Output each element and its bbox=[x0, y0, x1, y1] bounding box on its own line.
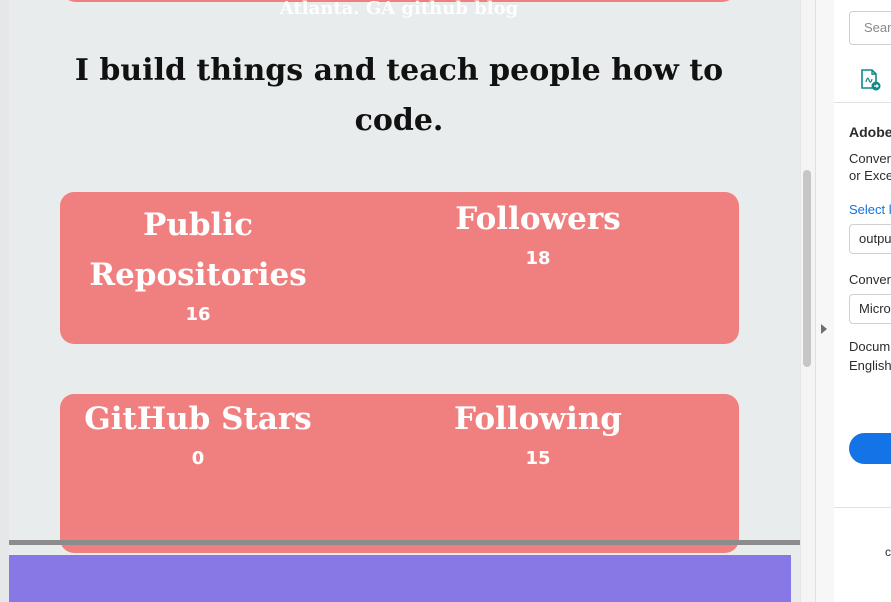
footer-strip bbox=[9, 555, 791, 602]
stat-label: GitHub Stars bbox=[84, 401, 312, 437]
stat-value: 15 bbox=[525, 448, 551, 469]
output-value: outpu bbox=[859, 231, 891, 246]
stat-value: 0 bbox=[191, 448, 205, 469]
stats-card-top: Public Repositories 16 Followers 18 bbox=[60, 192, 739, 344]
output-field[interactable]: outpu bbox=[849, 224, 891, 254]
stat-public-repositories: Public Repositories 16 bbox=[75, 200, 321, 326]
panel-desc-line1: Conver bbox=[849, 151, 891, 166]
left-gutter bbox=[0, 0, 9, 602]
select-link[interactable]: Select l bbox=[849, 202, 891, 217]
panel-splitter[interactable] bbox=[815, 0, 835, 602]
convert-label: Conver bbox=[849, 272, 891, 287]
collapse-panel-arrow-icon[interactable] bbox=[821, 324, 827, 334]
panel-separator bbox=[834, 507, 891, 508]
panel-desc-line2: or Exce bbox=[849, 168, 891, 183]
panel-title: Adobe bbox=[849, 124, 891, 140]
scrollbar-thumb[interactable] bbox=[803, 170, 811, 367]
side-panel: Sear Adobe Conver or Exce Select l outpu… bbox=[834, 0, 891, 602]
stat-followers: Followers 18 bbox=[416, 194, 660, 270]
stat-label: Following bbox=[454, 401, 622, 437]
stats-card-bottom: GitHub Stars 0 Following 15 bbox=[60, 394, 739, 553]
convert-format-value: Micro bbox=[859, 301, 891, 316]
document-label: Docum bbox=[849, 339, 891, 354]
stat-following: Following 15 bbox=[416, 394, 660, 470]
web-page: Atlanta. GA github blog I build things a… bbox=[9, 0, 800, 602]
panel-footer-text: c bbox=[885, 545, 891, 559]
stat-label: Public Repositories bbox=[89, 207, 307, 293]
blog-caption: Atlanta. GA github blog bbox=[279, 0, 519, 19]
panel-separator bbox=[834, 102, 891, 103]
stat-value: 16 bbox=[185, 304, 211, 325]
search-placeholder: Sear bbox=[864, 20, 891, 35]
divider-rule bbox=[9, 540, 800, 545]
search-input[interactable]: Sear bbox=[849, 11, 891, 45]
stat-value: 18 bbox=[525, 248, 551, 269]
pdf-convert-icon[interactable] bbox=[858, 68, 882, 92]
convert-format-select[interactable]: Micro bbox=[849, 294, 891, 324]
convert-button[interactable] bbox=[849, 433, 891, 464]
stat-github-stars: GitHub Stars 0 bbox=[75, 394, 321, 470]
stat-label: Followers bbox=[455, 201, 621, 237]
document-language[interactable]: English bbox=[849, 358, 891, 373]
tagline: I build things and teach people how to c… bbox=[74, 53, 724, 138]
